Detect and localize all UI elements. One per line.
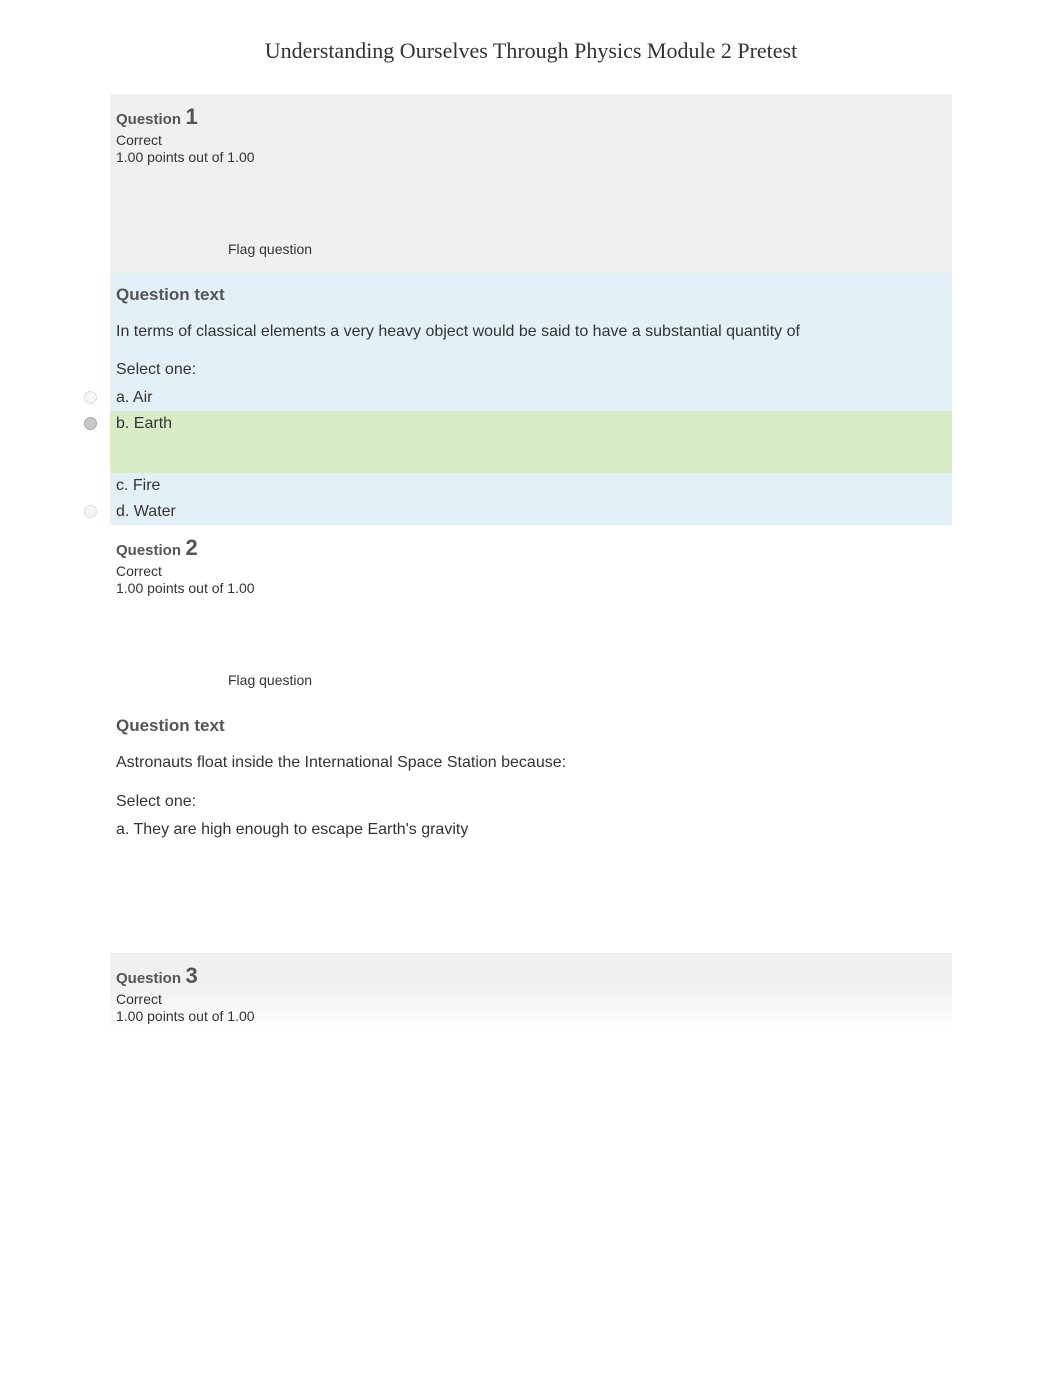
q1-header: Question 1 Correct 1.00 points out of 1.… — [110, 94, 952, 273]
option-label: c. Fire — [116, 477, 160, 494]
q2-prompt: Astronauts float inside the Internationa… — [110, 746, 952, 788]
page-title: Understanding Ourselves Through Physics … — [0, 0, 1062, 94]
q1-status: Correct — [116, 132, 946, 148]
radio-icon[interactable] — [84, 391, 97, 404]
bottom-space — [0, 1032, 1062, 1372]
q1-number: 1 — [185, 104, 197, 129]
option-label: a. They are high enough to escape Earth'… — [116, 821, 468, 838]
question-label: Question — [116, 542, 181, 559]
q1-option-c[interactable]: c. Fire — [110, 473, 952, 499]
q2-option-a[interactable]: a. They are high enough to escape Earth'… — [110, 817, 952, 843]
q2-number: 2 — [185, 535, 197, 560]
q1-option-d[interactable]: d. Water — [110, 499, 952, 525]
spacer — [110, 843, 952, 953]
question-label: Question — [116, 970, 181, 987]
content-area: Question 1 Correct 1.00 points out of 1.… — [110, 94, 952, 1032]
q1-prompt: In terms of classical elements a very he… — [110, 315, 952, 357]
q2-status: Correct — [116, 563, 946, 579]
q2-points: 1.00 points out of 1.00 — [116, 580, 946, 596]
option-label: d. Water — [116, 503, 176, 520]
radio-icon[interactable] — [84, 505, 97, 518]
option-label: a. Air — [116, 389, 152, 406]
q3-header: Question 3 Correct 1.00 points out of 1.… — [110, 953, 952, 1032]
q1-option-a[interactable]: a. Air — [110, 385, 952, 411]
flag-question-link[interactable]: Flag question — [228, 241, 312, 257]
question-text-heading: Question text — [110, 704, 952, 746]
q2-body: Question text Astronauts float inside th… — [110, 704, 952, 842]
q3-status: Correct — [116, 991, 946, 1007]
q1-flag-area: Flag question — [116, 165, 946, 265]
flag-question-link[interactable]: Flag question — [228, 672, 312, 688]
q3-number: 3 — [185, 963, 197, 988]
question-text-heading: Question text — [110, 273, 952, 315]
select-one-label: Select one: — [110, 789, 952, 817]
q1-points: 1.00 points out of 1.00 — [116, 149, 946, 165]
q1-option-b[interactable]: b. Earth — [110, 411, 952, 473]
option-label: b. Earth — [116, 415, 172, 432]
radio-icon[interactable] — [84, 417, 97, 430]
q2-flag-area: Flag question — [116, 596, 946, 696]
select-one-label: Select one: — [110, 357, 952, 385]
q1-body: Question text In terms of classical elem… — [110, 273, 952, 525]
q3-points: 1.00 points out of 1.00 — [116, 1008, 946, 1024]
question-label: Question — [116, 111, 181, 128]
q2-header: Question 2 Correct 1.00 points out of 1.… — [110, 525, 952, 704]
